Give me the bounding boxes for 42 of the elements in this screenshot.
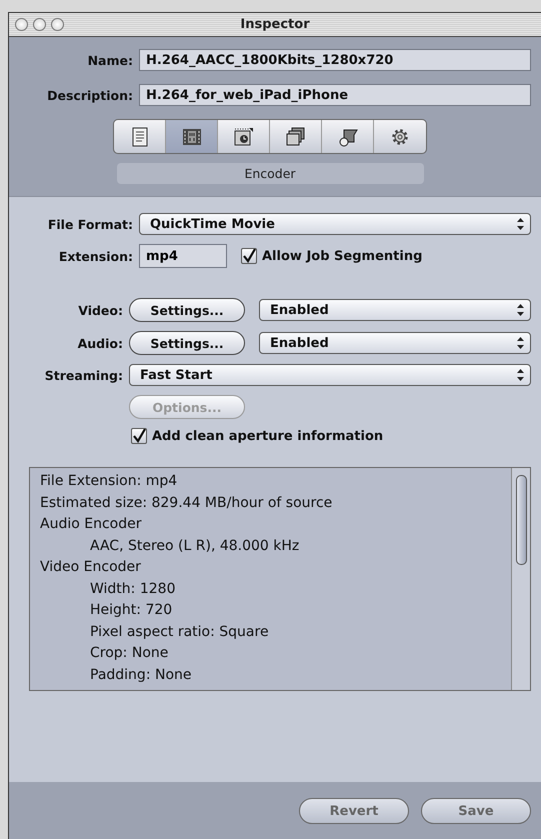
popup-arrows-icon [517,337,524,349]
checkbox-label: Allow Job Segmenting [262,248,422,264]
field-label: Audio: [76,336,124,350]
window-button[interactable] [33,18,46,31]
checkbox[interactable] [241,248,257,264]
summary-line: Padding: None [89,666,193,684]
checkbox-label: Add clean aperture information [152,428,384,444]
video-popup[interactable]: Enabled [259,299,531,321]
field-label: Streaming: [44,368,124,382]
summary-line: Audio Encoder [40,515,142,534]
summary-line: AAC, Stereo (L R), 48.000 kHz [89,536,300,556]
settings-button[interactable]: Settings... [129,298,245,322]
timer-icon [232,126,254,148]
field-label: File Format: [46,216,134,232]
field-label: Extension: [58,248,134,264]
popup-arrows-icon [517,218,524,230]
summary-line: Width: 1280 [89,580,176,598]
popup-arrows-icon [517,304,524,316]
description-field[interactable]: H.264_for_web_iPad_iPhone [139,84,531,106]
field-label: Description: [46,88,134,102]
summary-line: File Extension: mp4 [40,472,178,491]
window-button[interactable] [51,18,64,31]
streaming-popup[interactable]: Fast Start [129,364,531,386]
extension-field[interactable]: mp4 [139,244,227,268]
scroll-thumb[interactable] [516,475,526,565]
window-title: Inspector [239,17,311,32]
layers-icon [284,126,306,148]
file-format-popup[interactable]: QuickTime Movie [139,213,531,235]
summary-line: Height: 720 [89,601,174,620]
summary-line: Pixel aspect ratio: Square [89,622,270,642]
field-label: Video: [77,302,124,318]
summary-line: Estimated size: 829.44 MB/hour of source [40,494,334,512]
window-button[interactable] [15,18,28,31]
field-label: Name: [86,52,134,68]
section-label: Encoder [116,163,424,184]
checkbox[interactable] [131,428,147,444]
audio-popup[interactable]: Enabled [259,332,531,354]
name-field[interactable]: H.264_AACC_1800Kbits_1280x720 [139,49,531,71]
summary-line: Video Encoder [40,558,142,577]
summary-line: Crop: None [89,644,170,663]
settings-button[interactable]: Settings... [129,331,245,355]
popup-arrows-icon [517,369,524,381]
